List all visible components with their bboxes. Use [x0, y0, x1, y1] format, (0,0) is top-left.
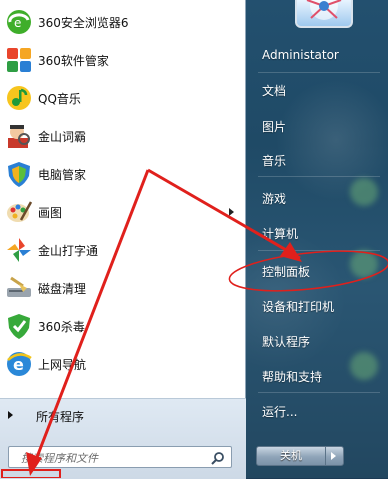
divider	[258, 176, 380, 177]
program-label: 360杀毒	[38, 319, 85, 334]
start-menu-left-panel: e 360安全浏览器6 360软件管家 QQ音乐 金山词霸 电脑管家 画图 金山…	[0, 0, 246, 479]
program-label: 360安全浏览器6	[38, 15, 129, 30]
program-label: 磁盘清理	[38, 281, 87, 296]
right-item-computer[interactable]: 计算机	[262, 225, 298, 242]
right-item-control-panel[interactable]: 控制面板	[262, 263, 310, 280]
program-label: 金山打字通	[38, 243, 99, 258]
program-label: 金山词霸	[38, 129, 87, 144]
program-label: 画图	[38, 205, 63, 220]
program-item[interactable]: e 360安全浏览器6	[0, 4, 240, 40]
program-item[interactable]: 磁盘清理	[0, 270, 240, 306]
paint-icon	[4, 197, 34, 227]
divider	[258, 250, 380, 251]
right-item-default-programs[interactable]: 默认程序	[262, 333, 310, 350]
typing-icon	[4, 235, 34, 265]
program-item[interactable]: 360杀毒	[0, 308, 240, 344]
right-item-run[interactable]: 运行...	[262, 403, 297, 420]
program-label: 电脑管家	[38, 167, 87, 182]
program-item[interactable]: 360软件管家	[0, 42, 240, 78]
dictionary-icon	[4, 121, 34, 151]
pc-manager-icon	[4, 159, 34, 189]
divider	[258, 72, 380, 73]
shutdown-button[interactable]: 关机	[256, 446, 344, 466]
browser-360-icon: e	[4, 7, 34, 37]
right-item-devices-printers[interactable]: 设备和打印机	[262, 298, 334, 315]
program-item[interactable]: 金山打字通	[0, 232, 240, 268]
shutdown-label: 关机	[257, 447, 326, 465]
program-label: 360软件管家	[38, 53, 109, 68]
qq-music-icon	[4, 83, 34, 113]
software-manager-icon	[4, 45, 34, 75]
user-avatar[interactable]	[295, 0, 353, 28]
svg-text:e: e	[13, 355, 24, 374]
search-icon[interactable]	[211, 450, 225, 469]
program-item[interactable]: 金山词霸	[0, 118, 240, 154]
program-item[interactable]: 画图	[0, 194, 240, 230]
right-item-documents[interactable]: 文档	[262, 82, 286, 99]
ie-icon: e	[4, 349, 34, 379]
all-programs-label: 所有程序	[36, 410, 85, 424]
program-label: QQ音乐	[38, 91, 81, 106]
svg-text:e: e	[14, 16, 21, 30]
right-item-user[interactable]: Administator	[262, 48, 339, 62]
search-input[interactable]: 搜索程序和文件	[8, 446, 232, 468]
program-item[interactable]: e 上网导航	[0, 346, 240, 382]
submenu-arrow-icon[interactable]	[229, 208, 234, 216]
antivirus-icon	[4, 311, 34, 341]
right-item-games[interactable]: 游戏	[262, 190, 286, 207]
expand-arrow-icon	[8, 411, 13, 419]
right-item-music[interactable]: 音乐	[262, 152, 286, 169]
program-item[interactable]: 电脑管家	[0, 156, 240, 192]
disk-cleanup-icon	[4, 273, 34, 303]
right-item-help-support[interactable]: 帮助和支持	[262, 368, 322, 385]
right-item-pictures[interactable]: 图片	[262, 118, 286, 135]
program-label: 上网导航	[38, 357, 87, 372]
search-placeholder: 搜索程序和文件	[21, 452, 98, 465]
program-item[interactable]: QQ音乐	[0, 80, 240, 116]
divider	[258, 392, 380, 393]
shutdown-options-arrow-icon[interactable]	[325, 447, 343, 465]
